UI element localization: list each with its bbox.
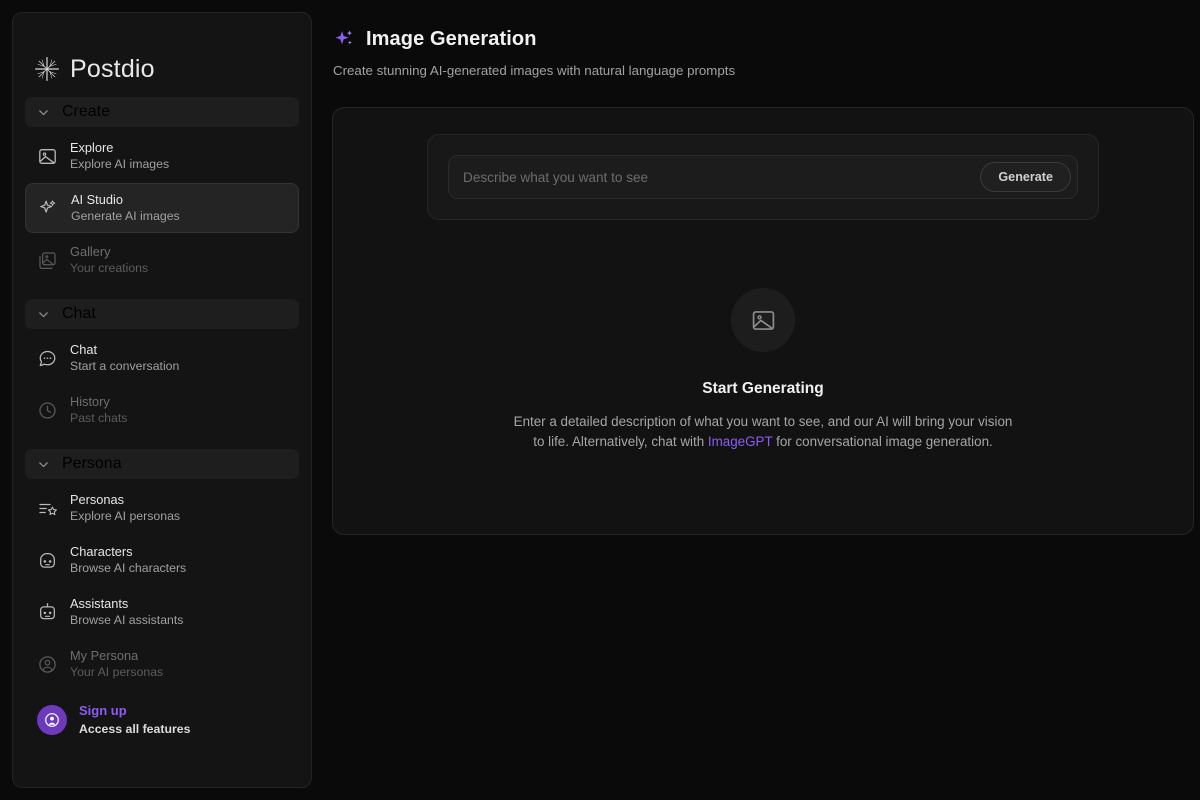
sidebar: Postdio Create Explore Explore AI images <box>12 12 312 788</box>
sidebar-item-sub: Browse AI assistants <box>70 613 184 628</box>
sidebar-item-label: My Persona <box>70 647 139 663</box>
sparkles-icon <box>335 30 353 45</box>
prompt-panel: Generate <box>427 134 1099 220</box>
sidebar-item-label: Assistants <box>70 595 129 611</box>
starburst-icon <box>35 57 59 81</box>
user-circle-icon <box>39 655 56 673</box>
section-title-chat: Chat <box>62 305 96 322</box>
clock-icon <box>39 401 56 419</box>
section-header-create[interactable]: Create <box>25 97 299 127</box>
sidebar-item-label: Characters <box>70 543 133 559</box>
sidebar-item-label: AI Studio <box>71 191 123 207</box>
sidebar-item-label: Personas <box>70 491 125 507</box>
brand[interactable]: Postdio <box>13 13 311 97</box>
empty-state-title: Start Generating <box>702 380 824 397</box>
page-title: Image Generation <box>366 28 537 50</box>
sparkles-icon <box>40 199 56 213</box>
signup-label: Sign up <box>79 702 127 718</box>
sidebar-item-history[interactable]: History Past chats <box>25 385 299 435</box>
prompt-input[interactable] <box>463 156 971 198</box>
sidebar-item-sub: Your AI personas <box>70 665 164 680</box>
sidebar-item-explore-text: Explore Explore AI images <box>70 139 170 172</box>
image-icon <box>39 148 56 164</box>
chat-bubble-icon <box>39 350 56 366</box>
sidebar-item-personas[interactable]: Personas Explore AI personas <box>25 483 299 533</box>
sidebar-item-ai-studio[interactable]: AI Studio Generate AI images <box>25 183 299 233</box>
sidebar-item-label: History <box>70 393 110 409</box>
sidebar-item-ai-studio-text: AI Studio Generate AI images <box>71 191 180 224</box>
prompt-row: Generate <box>448 155 1078 199</box>
sidebar-item-explore[interactable]: Explore Explore AI images <box>25 131 299 181</box>
sidebar-item-sub: Explore AI images <box>70 157 170 172</box>
robot-antenna-icon <box>40 602 55 619</box>
user-avatar-icon <box>45 713 59 727</box>
generation-card: Generate Start Generating Enter a detail… <box>332 107 1194 535</box>
sidebar-item-label: Gallery <box>70 243 111 259</box>
sidebar-item-my-persona-text: My Persona Your AI personas <box>70 647 164 680</box>
sidebar-item-characters[interactable]: Characters Browse AI characters <box>25 535 299 585</box>
avatar <box>37 705 67 735</box>
sidebar-nav: Create Explore Explore AI images AI Stud… <box>13 97 311 745</box>
robot-face-icon <box>40 552 55 568</box>
section-header-persona[interactable]: Persona <box>25 449 299 479</box>
sidebar-item-gallery-text: Gallery Your creations <box>70 243 149 276</box>
empty-state: Start Generating Enter a detailed descri… <box>357 288 1169 452</box>
sidebar-item-label: Explore <box>70 139 114 155</box>
sidebar-item-label: Chat <box>70 341 98 357</box>
signup-text: Sign up Access all features <box>79 703 190 737</box>
page-header: Image Generation Create stunning AI-gene… <box>332 28 1188 78</box>
section-title-persona: Persona <box>62 455 122 472</box>
sidebar-item-chat-text: Chat Start a conversation <box>70 341 180 374</box>
sidebar-item-sub: Explore AI personas <box>70 509 181 524</box>
section-title-create: Create <box>62 103 111 120</box>
page-subtitle: Create stunning AI-generated images with… <box>333 63 736 78</box>
signup-sub: Access all features <box>79 722 191 737</box>
empty-state-icon-circle <box>731 288 795 352</box>
sidebar-item-sub: Browse AI characters <box>70 561 187 576</box>
chevron-down-icon <box>39 109 48 115</box>
empty-desc-after: for conversational image generation. <box>772 434 993 449</box>
sidebar-item-gallery[interactable]: Gallery Your creations <box>25 235 299 285</box>
sidebar-item-assistants[interactable]: Assistants Browse AI assistants <box>25 587 299 637</box>
brand-name: Postdio <box>70 54 155 83</box>
sidebar-item-assistants-text: Assistants Browse AI assistants <box>70 595 184 628</box>
images-stack-icon <box>39 251 56 269</box>
sidebar-item-characters-text: Characters Browse AI characters <box>70 543 187 576</box>
sidebar-item-chat[interactable]: Chat Start a conversation <box>25 333 299 383</box>
generate-button[interactable]: Generate <box>980 162 1071 192</box>
signup-button[interactable]: Sign up Access all features <box>25 695 299 745</box>
sidebar-item-personas-text: Personas Explore AI personas <box>70 491 181 524</box>
empty-state-description: Enter a detailed description of what you… <box>513 412 1013 452</box>
page-title-row: Image Generation <box>333 28 1188 51</box>
chevron-down-icon <box>39 311 48 317</box>
sidebar-item-sub: Past chats <box>70 411 128 426</box>
sidebar-item-sub: Your creations <box>70 261 149 276</box>
section-header-chat[interactable]: Chat <box>25 299 299 329</box>
image-placeholder-icon <box>752 310 774 330</box>
app-root: Postdio Create Explore Explore AI images <box>0 0 1200 800</box>
imagegpt-link[interactable]: ImageGPT <box>708 434 773 449</box>
main-content: Image Generation Create stunning AI-gene… <box>332 0 1200 800</box>
sidebar-item-my-persona[interactable]: My Persona Your AI personas <box>25 639 299 689</box>
chevron-down-icon <box>39 461 48 467</box>
sidebar-item-sub: Start a conversation <box>70 359 180 374</box>
list-star-icon <box>39 503 57 515</box>
sidebar-item-history-text: History Past chats <box>70 393 128 426</box>
sidebar-item-sub: Generate AI images <box>71 209 180 224</box>
